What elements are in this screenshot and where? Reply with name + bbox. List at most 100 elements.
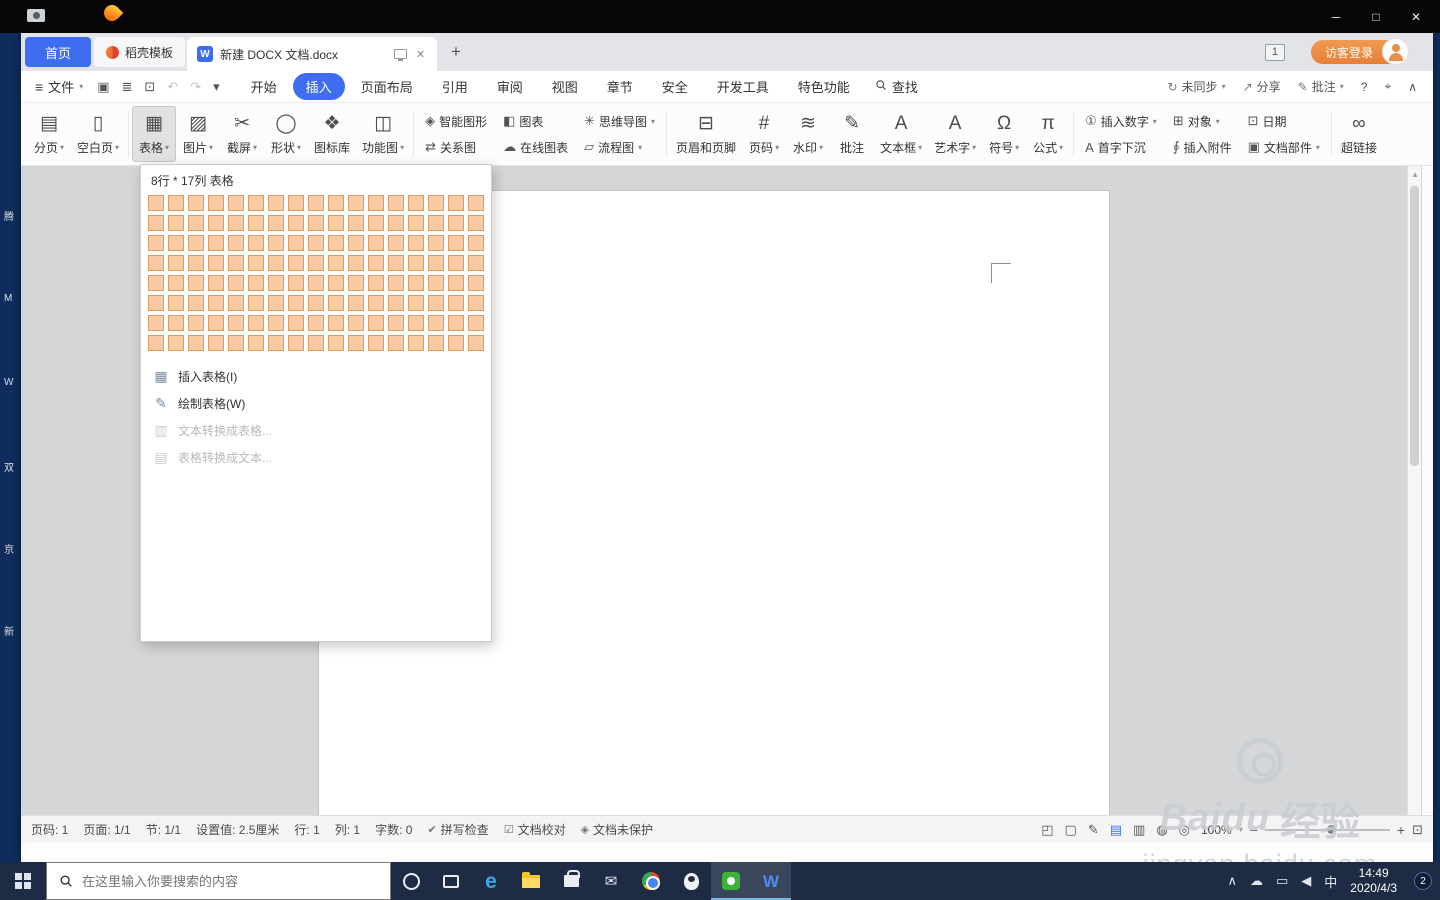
- minimize-button[interactable]: ─: [1316, 0, 1356, 33]
- grid-cell[interactable]: [148, 255, 164, 271]
- grid-cell[interactable]: [368, 275, 384, 291]
- grid-cell[interactable]: [388, 195, 404, 211]
- grid-cell[interactable]: [468, 335, 484, 351]
- monitor-icon[interactable]: [393, 49, 407, 61]
- grid-cell[interactable]: [368, 315, 384, 331]
- grid-cell[interactable]: [248, 255, 264, 271]
- zoom-percent[interactable]: 100%: [1201, 823, 1232, 837]
- column-status[interactable]: 列: 1: [335, 821, 360, 838]
- tab-close-icon[interactable]: ✕: [414, 48, 427, 61]
- grid-cell[interactable]: [148, 335, 164, 351]
- grid-cell[interactable]: [368, 215, 384, 231]
- grid-cell[interactable]: [248, 335, 264, 351]
- grid-cell[interactable]: [228, 335, 244, 351]
- grid-cell[interactable]: [308, 315, 324, 331]
- grid-cell[interactable]: [268, 215, 284, 231]
- share-button[interactable]: ↗ 分享: [1243, 78, 1281, 95]
- grid-cell[interactable]: [148, 215, 164, 231]
- page-count-status[interactable]: 页面: 1/1: [83, 821, 130, 838]
- grid-cell[interactable]: [348, 315, 364, 331]
- grid-cell[interactable]: [208, 255, 224, 271]
- grid-cell[interactable]: [328, 195, 344, 211]
- grid-cell[interactable]: [468, 255, 484, 271]
- grid-cell[interactable]: [248, 195, 264, 211]
- date-button[interactable]: ⊡ 日期: [1245, 110, 1323, 133]
- grid-cell[interactable]: [408, 315, 424, 331]
- grid-cell[interactable]: [388, 275, 404, 291]
- section-status[interactable]: 节: 1/1: [146, 821, 181, 838]
- function-diagram-button[interactable]: ◫ 功能图 ▾: [356, 106, 410, 162]
- grid-cell[interactable]: [328, 275, 344, 291]
- grid-cell[interactable]: [288, 235, 304, 251]
- outline-view-icon[interactable]: ▥: [1133, 822, 1145, 838]
- grid-cell[interactable]: [428, 215, 444, 231]
- grid-cell[interactable]: [388, 335, 404, 351]
- search-input[interactable]: [82, 873, 362, 889]
- grid-cell[interactable]: [428, 315, 444, 331]
- ink-mode-icon[interactable]: ✎: [1088, 822, 1099, 838]
- grid-cell[interactable]: [148, 275, 164, 291]
- word-count-status[interactable]: 字数: 0: [375, 821, 412, 838]
- document-tab[interactable]: W 新建 DOCX 文档.docx ✕: [187, 37, 438, 71]
- grid-cell[interactable]: [288, 195, 304, 211]
- close-button[interactable]: ✕: [1396, 0, 1436, 33]
- grid-cell[interactable]: [288, 315, 304, 331]
- grid-cell[interactable]: [168, 315, 184, 331]
- help-button[interactable]: ?: [1361, 80, 1368, 94]
- text-box-button[interactable]: A 文本框 ▾: [874, 106, 928, 162]
- grid-cell[interactable]: [188, 195, 204, 211]
- grid-cell[interactable]: [188, 235, 204, 251]
- scrollbar-thumb[interactable]: [1410, 186, 1419, 466]
- store-button[interactable]: [551, 862, 591, 900]
- vertical-scrollbar[interactable]: ▴: [1407, 166, 1421, 815]
- grid-cell[interactable]: [308, 215, 324, 231]
- maximize-button[interactable]: □: [1356, 0, 1396, 33]
- taskbar-search[interactable]: [46, 862, 391, 900]
- zoom-in-button[interactable]: +: [1397, 822, 1405, 838]
- more-commands-icon[interactable]: ▾: [213, 79, 220, 95]
- chart-button[interactable]: ◧ 图表: [500, 110, 571, 133]
- grid-cell[interactable]: [348, 195, 364, 211]
- grid-cell[interactable]: [208, 195, 224, 211]
- grid-cell[interactable]: [448, 275, 464, 291]
- new-tab-button[interactable]: +: [451, 42, 461, 62]
- grid-cell[interactable]: [248, 215, 264, 231]
- grid-cell[interactable]: [408, 195, 424, 211]
- online-chart-button[interactable]: ☁ 在线图表: [500, 136, 571, 159]
- display-icon[interactable]: ▭: [1276, 873, 1288, 889]
- smart-art-button[interactable]: ◈ 智能图形: [422, 110, 490, 133]
- grid-cell[interactable]: [288, 275, 304, 291]
- menu-tab-dev-tools[interactable]: 开发工具: [704, 73, 782, 100]
- window-count-badge[interactable]: 1: [1264, 43, 1285, 61]
- zoom-out-button[interactable]: −: [1250, 822, 1258, 838]
- grid-cell[interactable]: [468, 195, 484, 211]
- grid-cell[interactable]: [428, 275, 444, 291]
- grid-cell[interactable]: [348, 295, 364, 311]
- grid-cell[interactable]: [148, 295, 164, 311]
- menu-tab-insert[interactable]: 插入: [292, 73, 345, 100]
- grid-cell[interactable]: [268, 235, 284, 251]
- word-art-button[interactable]: A 艺术字 ▾: [928, 106, 982, 162]
- menu-tab-start[interactable]: 开始: [238, 73, 290, 100]
- grid-cell[interactable]: [268, 255, 284, 271]
- print-layout-icon[interactable]: ▤: [1110, 822, 1122, 838]
- grid-cell[interactable]: [308, 195, 324, 211]
- page-break-button[interactable]: ▤ 分页 ▾: [27, 106, 71, 162]
- grid-cell[interactable]: [428, 235, 444, 251]
- grid-cell[interactable]: [228, 235, 244, 251]
- doc-protection-status[interactable]: ◈ 文档未保护: [581, 821, 653, 838]
- grid-cell[interactable]: [188, 315, 204, 331]
- grid-cell[interactable]: [448, 335, 464, 351]
- draw-table-item[interactable]: ✎ 绘制表格(W): [141, 390, 491, 417]
- menu-tab-references[interactable]: 引用: [429, 73, 481, 100]
- insert-number-button[interactable]: ① 插入数字 ▾: [1082, 110, 1160, 133]
- screenshot-button[interactable]: ✂ 截屏 ▾: [220, 106, 264, 162]
- wps-button[interactable]: W: [751, 862, 791, 900]
- watermark-button[interactable]: ≋ 水印 ▾: [786, 106, 830, 162]
- grid-cell[interactable]: [408, 275, 424, 291]
- grid-cell[interactable]: [328, 255, 344, 271]
- notification-badge[interactable]: 2: [1414, 872, 1432, 890]
- grid-cell[interactable]: [208, 335, 224, 351]
- grid-cell[interactable]: [368, 295, 384, 311]
- grid-cell[interactable]: [468, 315, 484, 331]
